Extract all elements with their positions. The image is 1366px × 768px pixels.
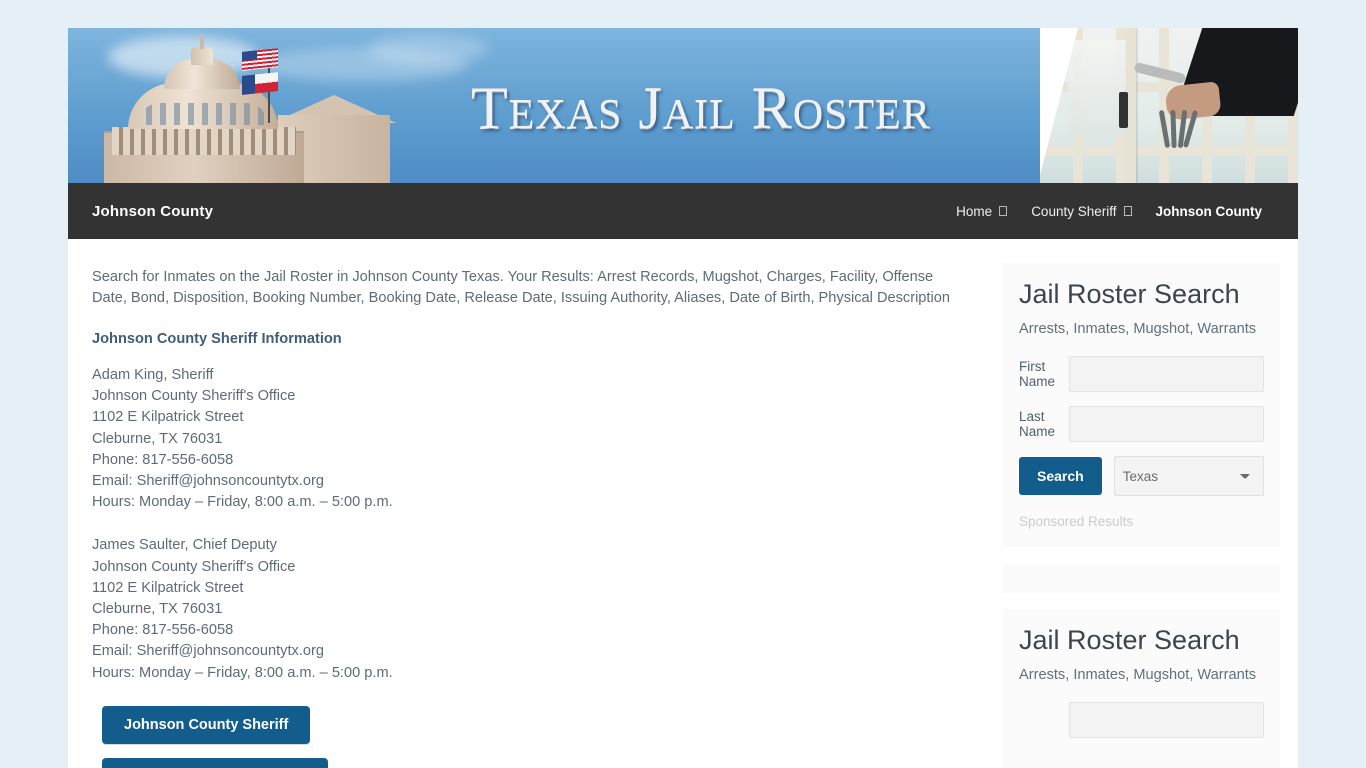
contact-hours: Hours: Monday – Friday, 8:00 a.m. – 5:00…: [92, 494, 393, 511]
first-name-row: [1019, 702, 1264, 738]
sponsored-results-label: Sponsored Results: [1019, 514, 1134, 529]
contact-city-state-zip: Cleburne, TX 76031: [92, 601, 223, 618]
search-actions-row: Search Texas: [1019, 456, 1264, 496]
contact-hours: Hours: Monday – Friday, 8:00 a.m. – 5:00…: [92, 664, 393, 681]
main-navigation-bar: Johnson County Home County Sheriff Johns…: [68, 183, 1298, 239]
keys-icon: [1158, 109, 1199, 152]
jail-roster-search-widget-2: Jail Roster Search Arrests, Inmates, Mug…: [1003, 609, 1280, 768]
capitol-lantern: [191, 47, 213, 65]
button-group: Johnson County Sheriff Johnson Sheriff F…: [92, 705, 963, 768]
first-name-input[interactable]: [1069, 702, 1264, 738]
contact-office: Johnson County Sheriff's Office: [92, 388, 296, 405]
first-name-row: First Name: [1019, 356, 1264, 392]
contact-phone: Phone: 817-556-6058: [92, 451, 234, 468]
contact-block-sheriff: Adam King, Sheriff Johnson County Sherif…: [92, 365, 963, 513]
nav-item-johnson-county-label: Johnson County: [1155, 203, 1263, 219]
banner-wedge-white: [1040, 28, 1078, 183]
sidebar-ad-placeholder: [1003, 563, 1280, 593]
last-name-label: Last Name: [1019, 409, 1056, 439]
chevron-down-icon[interactable]: [999, 206, 1008, 216]
contact-name: Adam King, Sheriff: [92, 367, 214, 383]
first-name-label: First Name: [1019, 359, 1056, 389]
last-name-input[interactable]: [1069, 406, 1264, 442]
widget-title: Jail Roster Search: [1019, 625, 1240, 655]
widget-title: Jail Roster Search: [1019, 279, 1240, 309]
nav-item-johnson-county[interactable]: Johnson County: [1144, 198, 1275, 225]
contact-block-chief-deputy: James Saulter, Chief Deputy Johnson Coun…: [92, 535, 963, 683]
state-select[interactable]: Texas: [1113, 456, 1264, 496]
contact-email: Email: Sheriff@johnsoncountytx.org: [92, 643, 324, 660]
main-column: Search for Inmates on the Jail Roster in…: [68, 239, 993, 768]
last-name-row: Last Name: [1019, 406, 1264, 442]
first-name-input[interactable]: [1069, 356, 1264, 392]
intro-paragraph: Search for Inmates on the Jail Roster in…: [92, 269, 950, 306]
usa-flag-icon: [242, 48, 278, 71]
cloud-decoration: [368, 34, 488, 64]
contact-phone: Phone: 817-556-6058: [92, 622, 234, 639]
search-button[interactable]: Search: [1019, 457, 1102, 495]
section-heading: Johnson County Sheriff Information: [92, 331, 342, 347]
capitol-spire: [200, 35, 204, 49]
site-banner: Texas Jail Roster: [68, 28, 1298, 183]
site-title[interactable]: Johnson County: [92, 203, 213, 220]
johnson-sheriff-facebook-button[interactable]: Johnson Sheriff Facebook: [102, 757, 329, 768]
nav-menu: Home County Sheriff Johnson County: [944, 198, 1274, 225]
jail-lock: [1119, 92, 1128, 128]
contact-street: 1102 E Kilpatrick Street: [92, 579, 244, 596]
jail-roster-search-widget-1: Jail Roster Search Arrests, Inmates, Mug…: [1003, 263, 1280, 547]
widget-subtitle: Arrests, Inmates, Mugshot, Warrants: [1019, 667, 1257, 683]
nav-item-county-sheriff[interactable]: County Sheriff: [1019, 198, 1143, 225]
contact-email: Email: Sheriff@johnsoncountytx.org: [92, 473, 324, 490]
nav-item-home[interactable]: Home: [944, 198, 1019, 225]
nav-item-county-sheriff-label: County Sheriff: [1031, 203, 1117, 219]
contact-name: James Saulter, Chief Deputy: [92, 537, 277, 554]
page-wrapper: Texas Jail Roster Johnson County Home Co…: [68, 0, 1298, 768]
content-area: Search for Inmates on the Jail Roster in…: [68, 239, 1298, 768]
contact-street: 1102 E Kilpatrick Street: [92, 409, 244, 426]
contact-office: Johnson County Sheriff's Office: [92, 558, 296, 575]
johnson-county-sheriff-button[interactable]: Johnson County Sheriff: [102, 705, 311, 744]
sidebar: Jail Roster Search Arrests, Inmates, Mug…: [993, 239, 1298, 768]
contact-city-state-zip: Cleburne, TX 76031: [92, 430, 223, 447]
chevron-down-icon[interactable]: [1123, 206, 1132, 216]
widget-subtitle: Arrests, Inmates, Mugshot, Warrants: [1019, 321, 1257, 337]
jail-cell-door-hand-with-keys-photo: [1040, 28, 1298, 183]
nav-item-home-label: Home: [956, 203, 993, 219]
